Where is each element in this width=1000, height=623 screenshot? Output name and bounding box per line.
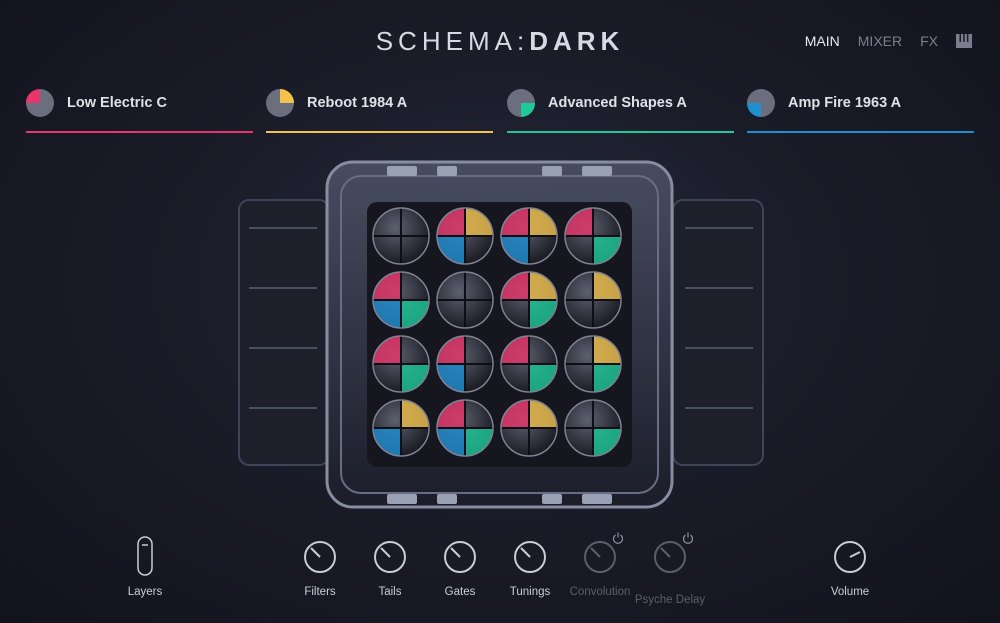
- pad-ball[interactable]: [500, 271, 558, 329]
- piano-keys-icon[interactable]: [956, 34, 972, 48]
- pad-ball[interactable]: [372, 335, 430, 393]
- right-mechanism: [672, 199, 764, 466]
- tab-mixer[interactable]: MIXER: [858, 33, 902, 49]
- convolution-label: Convolution: [569, 586, 631, 598]
- psyche-delay-label: Psyche Delay: [634, 594, 706, 606]
- filters-knob[interactable]: Filters: [280, 532, 360, 598]
- layers-control[interactable]: Layers: [105, 532, 185, 598]
- pad-ball[interactable]: [372, 207, 430, 265]
- preset-slot-2[interactable]: Reboot 1984 A: [266, 86, 493, 134]
- pad-ball[interactable]: [372, 399, 430, 457]
- gates-knob[interactable]: Gates: [420, 532, 500, 598]
- power-icon[interactable]: [682, 532, 694, 544]
- pad-ball[interactable]: [564, 399, 622, 457]
- tails-knob[interactable]: Tails: [350, 532, 430, 598]
- preset-name: Reboot 1984 A: [307, 95, 408, 111]
- preset-color-bar: [26, 131, 253, 133]
- pad-ball[interactable]: [564, 207, 622, 265]
- pad-ball[interactable]: [500, 399, 558, 457]
- knob-icon[interactable]: [373, 540, 407, 574]
- preset-quarter-icon: [507, 89, 535, 117]
- pad-ball[interactable]: [436, 207, 494, 265]
- pad-ball[interactable]: [564, 271, 622, 329]
- preset-name: Amp Fire 1963 A: [788, 95, 902, 111]
- volume-knob[interactable]: Volume: [810, 532, 890, 598]
- filters-label: Filters: [304, 586, 336, 598]
- preset-quarter-icon: [747, 89, 775, 117]
- psyche-delay-knob[interactable]: Psyche Delay: [630, 532, 710, 606]
- preset-slot-1[interactable]: Low Electric C: [26, 86, 253, 134]
- knob-icon[interactable]: [443, 540, 477, 574]
- pad-ball[interactable]: [372, 271, 430, 329]
- tab-main[interactable]: MAIN: [805, 33, 840, 49]
- convolution-knob[interactable]: Convolution: [560, 532, 640, 598]
- top-nav: MAIN MIXER FX: [805, 33, 972, 49]
- knob-icon[interactable]: [303, 540, 337, 574]
- volume-label: Volume: [830, 586, 870, 598]
- macro-controls: Layers Filters Tails Gates Tunings Convo…: [0, 532, 1000, 622]
- app-title-right: DARK: [529, 26, 625, 56]
- gates-label: Gates: [444, 586, 476, 598]
- preset-slots: Low Electric C Reboot 1984 A Advanced Sh…: [26, 86, 974, 136]
- knob-icon[interactable]: [833, 540, 867, 574]
- pad-ball[interactable]: [436, 399, 494, 457]
- tunings-knob[interactable]: Tunings: [490, 532, 570, 598]
- power-icon[interactable]: [612, 532, 624, 544]
- preset-slot-3[interactable]: Advanced Shapes A: [507, 86, 734, 134]
- pad-ball[interactable]: [500, 335, 558, 393]
- preset-name: Advanced Shapes A: [548, 95, 687, 111]
- left-mechanism: [238, 199, 330, 466]
- tab-fx[interactable]: FX: [920, 33, 938, 49]
- pad-ball[interactable]: [564, 335, 622, 393]
- pad-ball[interactable]: [436, 335, 494, 393]
- preset-quarter-icon: [26, 89, 54, 117]
- knob-icon[interactable]: [583, 540, 617, 574]
- preset-slot-4[interactable]: Amp Fire 1963 A: [747, 86, 974, 134]
- pad-ball[interactable]: [500, 207, 558, 265]
- app-title-separator: :: [516, 26, 530, 56]
- knob-icon[interactable]: [653, 540, 687, 574]
- tunings-label: Tunings: [509, 586, 551, 598]
- preset-color-bar: [507, 131, 734, 133]
- tails-label: Tails: [378, 586, 402, 598]
- sequencer-device: [238, 160, 764, 509]
- layers-label: Layers: [127, 586, 163, 598]
- preset-quarter-icon: [266, 89, 294, 117]
- app-title-left: SCHEMA: [375, 26, 517, 56]
- preset-color-bar: [747, 131, 974, 133]
- pad-ball[interactable]: [436, 271, 494, 329]
- preset-name: Low Electric C: [67, 95, 167, 111]
- preset-color-bar: [266, 131, 493, 133]
- knob-icon[interactable]: [513, 540, 547, 574]
- layers-slider-icon[interactable]: [137, 536, 153, 576]
